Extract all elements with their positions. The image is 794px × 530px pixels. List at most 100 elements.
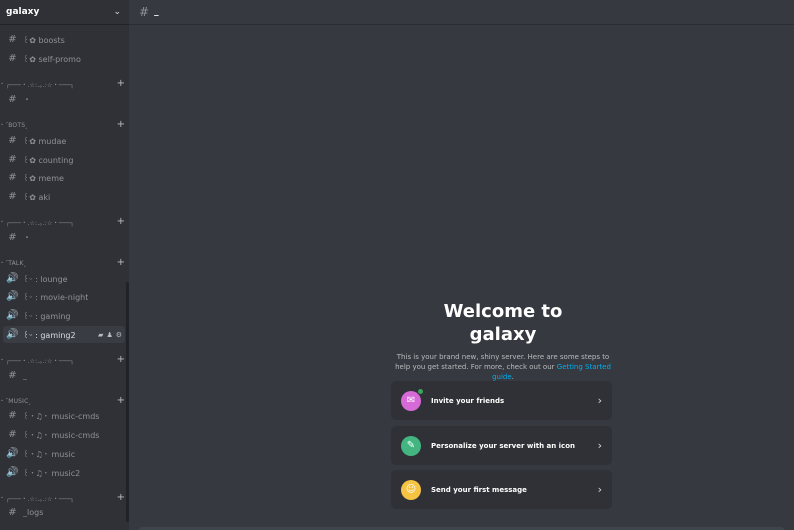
text-channel-item[interactable]: # _logs <box>3 504 125 521</box>
hashtag-icon: # <box>8 191 17 202</box>
hashtag-icon: # <box>8 53 17 64</box>
text-channel-item[interactable]: # _ <box>3 367 125 384</box>
add-channel-icon[interactable]: + <box>117 394 125 408</box>
server-header[interactable]: galaxy ⌄ <box>0 0 129 25</box>
channel-label: ꒰✿ mudae <box>23 137 67 146</box>
voice-channel-item[interactable]: 🔊 ꒰ᵕ : movie-night <box>3 288 125 305</box>
add-channel-icon[interactable]: + <box>117 256 125 270</box>
chevron-right-icon: › <box>597 394 602 407</box>
invite-icon[interactable]: ♟ <box>106 331 112 339</box>
channel-label: ・ <box>23 233 31 242</box>
hashtag-icon: # <box>8 232 17 243</box>
gear-icon[interactable]: ⚙ <box>116 331 122 339</box>
personalize-server-card[interactable]: ✎ Personalize your server with an icon › <box>391 426 612 465</box>
channel-label: ꒰✿ counting <box>23 156 74 165</box>
text-channel-item[interactable]: # ꒰✿ counting <box>3 151 125 168</box>
caret-icon: ⌄ <box>0 80 5 86</box>
channel-category[interactable]: ⌄ ┌───・.☆:.｡.:☆・───┐ + <box>0 353 125 367</box>
hashtag-icon: # <box>8 34 17 45</box>
main-panel: # _ Welcome to galaxy This is your brand… <box>129 0 794 530</box>
text-channel-item[interactable]: # ꒰✿ meme <box>3 169 125 186</box>
send-message-card[interactable]: ☺ Send your first message › <box>391 470 612 509</box>
add-channel-icon[interactable]: + <box>117 77 125 91</box>
hashtag-icon: # <box>8 410 17 421</box>
channel-sidebar: galaxy ⌄ # ꒰✿ boosts # ꒰✿ self-promo ⌄ ┌───・.… <box>0 0 129 530</box>
caret-icon: ⌄ <box>0 121 5 127</box>
hashtag-icon: # <box>8 507 17 518</box>
channel-title: _ <box>154 7 159 17</box>
speaker-icon: 🔊 <box>6 467 19 478</box>
chat-icon[interactable]: ▰ <box>98 331 103 339</box>
channel-label: ꒰ᵕ : movie-night <box>23 293 89 302</box>
welcome-section: Welcome to galaxy This is your brand new… <box>391 300 615 382</box>
add-channel-icon[interactable]: + <box>117 118 125 132</box>
speaker-icon: 🔊 <box>6 273 19 284</box>
channel-category[interactable]: ⌄ ˹MUSIC˼ + <box>0 394 125 408</box>
caret-icon: ⌄ <box>0 397 5 403</box>
add-channel-icon[interactable]: + <box>117 491 125 505</box>
hashtag-icon: # <box>8 135 17 146</box>
channel-label: ꒰ᵕ : gaming <box>23 312 71 321</box>
discord-window: galaxy ⌄ # ꒰✿ boosts # ꒰✿ self-promo ⌄ ┌───・.… <box>0 0 794 530</box>
channel-category[interactable]: ⌄ ┌───・.☆:.｡.:☆・───┐ + <box>0 77 125 91</box>
voice-channel-item[interactable]: 🔊 ꒰ᵕ : lounge <box>3 270 125 287</box>
channel-category[interactable]: ⌄ ┌───・.☆:.｡.:☆・───┐ + <box>0 491 125 505</box>
category-label: ┌───・.☆:.｡.:☆・───┐ <box>6 81 75 89</box>
card-label: Invite your friends <box>431 396 505 405</box>
caret-icon: ⌄ <box>0 218 5 224</box>
welcome-title-line1: Welcome to <box>443 301 563 322</box>
invite-friends-icon: ✉ <box>401 387 424 411</box>
category-label: ┌───・.☆:.｡.:☆・───┐ <box>6 495 75 503</box>
add-channel-icon[interactable]: + <box>117 215 125 229</box>
text-channel-item[interactable]: # ꒰・♫・ music-cmds <box>3 407 125 424</box>
welcome-title-line2: galaxy <box>469 324 537 345</box>
channel-label: ꒰✿ aki <box>23 193 51 202</box>
channel-label: ꒰・♫・ music-cmds <box>23 431 100 440</box>
personalize-icon: ✎ <box>401 435 421 456</box>
hashtag-icon: # <box>8 172 17 183</box>
channel-category[interactable]: ⌄ ˹BOTS˼ + <box>0 118 125 132</box>
caret-icon: ⌄ <box>0 259 5 265</box>
hashtag-icon: # <box>8 154 17 165</box>
channel-label: _ <box>23 371 27 380</box>
channel-label: ꒰・♫・ music2 <box>23 469 81 478</box>
voice-channel-item[interactable]: 🔊 ꒰・♫・ music <box>3 445 125 462</box>
text-channel-item[interactable]: # ꒰✿ self-promo <box>3 50 125 67</box>
chevron-right-icon: › <box>597 439 602 452</box>
invite-friends-card[interactable]: ✉ Invite your friends › <box>391 381 612 420</box>
hashtag-icon: # <box>8 94 17 105</box>
voice-channel-item[interactable]: 🔊 ꒰・♫・ music2 <box>3 464 125 481</box>
hashtag-icon: # <box>8 429 17 440</box>
text-channel-item[interactable]: # ・ <box>3 91 125 108</box>
channel-label: ꒰ᵕ : lounge <box>23 275 68 284</box>
server-name: galaxy <box>6 7 40 17</box>
channel-label: ꒰ᵕ : gaming2 <box>23 331 76 340</box>
welcome-text: This is your brand new, shiny server. He… <box>391 352 615 382</box>
welcome-title: Welcome to galaxy <box>391 300 615 346</box>
text-channel-item[interactable]: # ・ <box>3 229 125 246</box>
channel-label: ꒰・♫・ music <box>23 450 76 459</box>
category-label: ┌───・.☆:.｡.:☆・───┐ <box>6 357 75 365</box>
status-badge <box>417 387 424 395</box>
channel-label: ꒰✿ boosts <box>23 36 65 45</box>
category-label: ˹BOTS˼ <box>6 121 28 129</box>
channel-label: ・ <box>23 95 31 104</box>
category-label: ┌───・.☆:.｡.:☆・───┐ <box>6 219 75 227</box>
text-channel-item[interactable]: # ꒰✿ aki <box>3 188 125 205</box>
hashtag-icon: # <box>8 370 17 381</box>
text-channel-item[interactable]: # ꒰✿ boosts <box>3 31 125 48</box>
chevron-down-icon[interactable]: ⌄ <box>113 7 121 17</box>
speaker-icon: 🔊 <box>6 329 19 340</box>
card-label: Personalize your server with an icon <box>431 441 575 450</box>
voice-channel-item[interactable]: 🔊 ꒰ᵕ : gaming <box>3 307 125 324</box>
add-channel-icon[interactable]: + <box>117 353 125 367</box>
voice-channel-item[interactable]: 🔊 ꒰ᵕ : gaming2 ▰ ♟ ⚙ <box>3 326 125 343</box>
message-icon: ☺ <box>401 479 421 500</box>
welcome-end: . <box>511 373 514 381</box>
caret-icon: ⌄ <box>0 356 5 362</box>
channel-category[interactable]: ⌄ ┌───・.☆:.｡.:☆・───┐ + <box>0 215 125 229</box>
channel-label: _logs <box>23 508 44 517</box>
text-channel-item[interactable]: # ꒰・♫・ music-cmds <box>3 426 125 443</box>
channel-category[interactable]: ⌄ ˹TALK˼ + <box>0 256 125 270</box>
text-channel-item[interactable]: # ꒰✿ mudae <box>3 132 125 149</box>
